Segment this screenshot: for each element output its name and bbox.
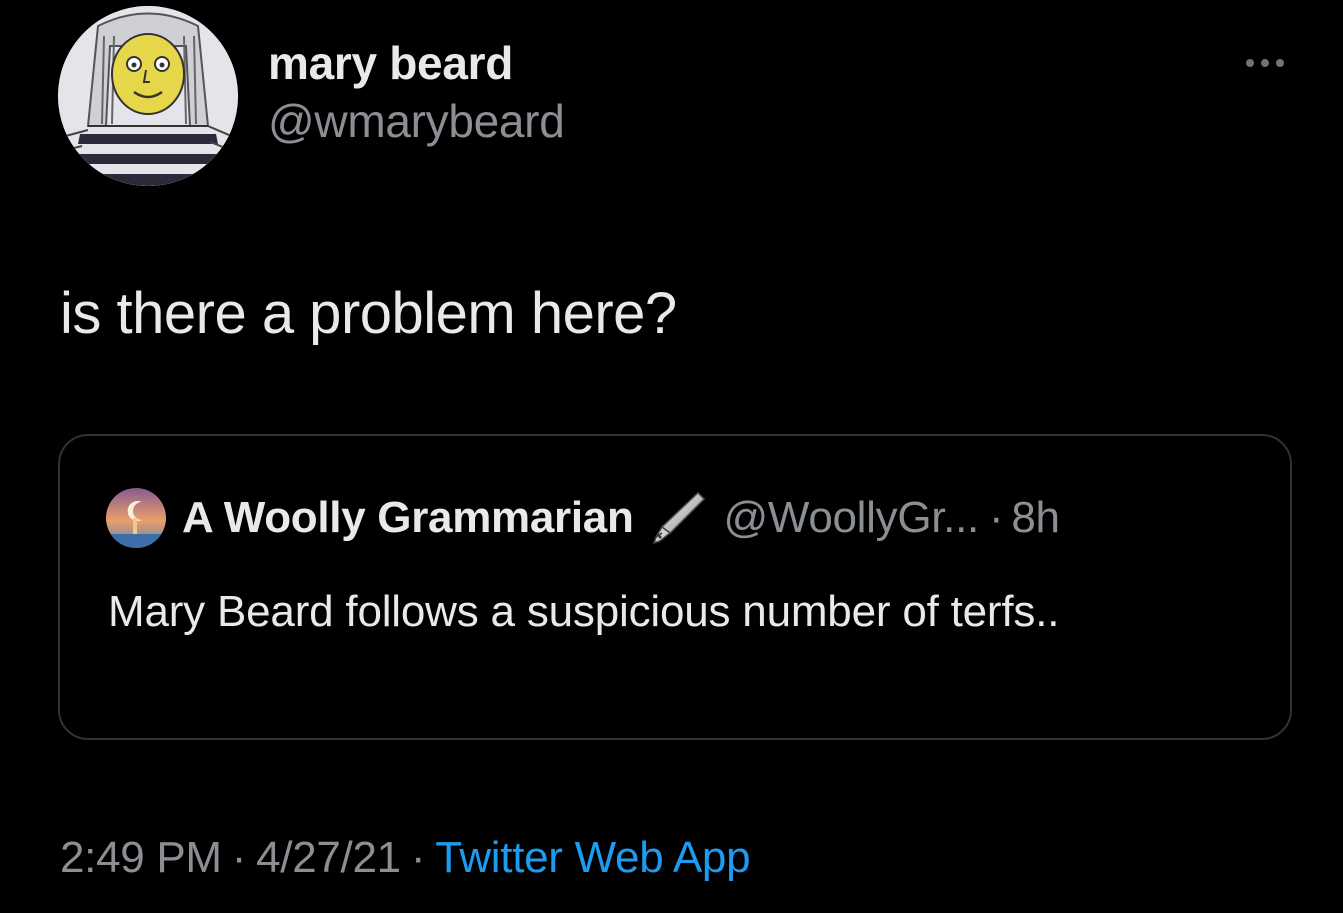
author-display-name[interactable]: mary beard xyxy=(268,34,565,92)
quoted-author-avatar[interactable] xyxy=(106,488,166,548)
fountain-pen-icon xyxy=(646,487,708,549)
tweet-meta: 2:49 PM · 4/27/21 · Twitter Web App xyxy=(60,828,751,888)
quoted-tweet-card[interactable]: A Woolly Grammarian @WoollyGr... · 8h Ma… xyxy=(58,434,1292,740)
tweet-date[interactable]: 4/27/21 xyxy=(256,833,401,882)
more-options-icon xyxy=(1246,59,1284,67)
more-options-button[interactable] xyxy=(1234,46,1296,80)
quoted-author-handle[interactable]: @WoollyGr... xyxy=(724,493,980,543)
drawn-portrait-avatar-icon xyxy=(58,6,238,186)
quoted-tweet-separator: · xyxy=(988,493,1004,542)
moon-landscape-avatar-icon xyxy=(106,488,166,548)
quoted-author-display-name[interactable]: A Woolly Grammarian xyxy=(182,493,634,543)
tweet-text: is there a problem here? xyxy=(60,281,677,346)
tweet-time[interactable]: 2:49 PM xyxy=(60,833,222,882)
author-names: mary beard @wmarybeard xyxy=(268,34,565,150)
quoted-tweet-text: Mary Beard follows a suspicious number o… xyxy=(108,587,1060,636)
author-avatar[interactable] xyxy=(58,6,238,186)
author-handle[interactable]: @wmarybeard xyxy=(268,92,565,150)
quoted-tweet-time[interactable]: 8h xyxy=(1011,493,1060,543)
quoted-tweet-header: A Woolly Grammarian @WoollyGr... · 8h xyxy=(106,488,1060,548)
meta-separator: · xyxy=(410,833,426,882)
tweet: mary beard @wmarybeard is there a proble… xyxy=(0,0,1343,913)
tweet-source-link[interactable]: Twitter Web App xyxy=(435,833,750,882)
meta-separator: · xyxy=(231,833,247,882)
